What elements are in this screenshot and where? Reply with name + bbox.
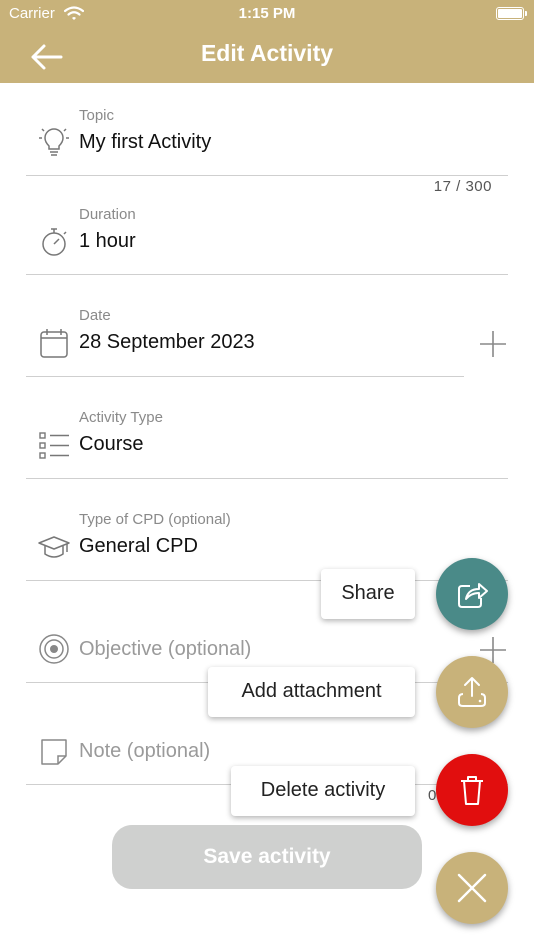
add-attachment-button[interactable]: [436, 656, 508, 728]
objective-placeholder[interactable]: Objective (optional): [79, 638, 251, 661]
add-date-button[interactable]: [479, 330, 507, 358]
duration-value[interactable]: 1 hour: [79, 230, 136, 253]
upload-icon: [458, 677, 486, 707]
topic-value[interactable]: My first Activity: [79, 131, 211, 154]
note-placeholder[interactable]: Note (optional): [79, 740, 210, 763]
status-bar: Carrier 1:15 PM: [0, 5, 534, 25]
activity-type-field[interactable]: Activity Type Course: [26, 402, 508, 479]
cpd-type-field[interactable]: Type of CPD (optional) General CPD: [26, 504, 508, 581]
app-header: Carrier 1:15 PM Edit Activity: [0, 0, 534, 83]
save-activity-button[interactable]: Save activity: [112, 825, 422, 889]
page-title: Edit Activity: [200, 40, 334, 66]
date-label: Date: [79, 307, 111, 324]
date-field[interactable]: Date 28 September 2023: [26, 300, 464, 377]
cpd-type-value[interactable]: General CPD: [79, 535, 198, 558]
cpd-type-label: Type of CPD (optional): [79, 511, 231, 528]
target-icon: [39, 634, 69, 664]
topic-field[interactable]: Topic My first Activity: [26, 100, 508, 176]
trash-icon: [461, 776, 483, 805]
lightbulb-icon: [39, 128, 69, 156]
activity-type-label: Activity Type: [79, 409, 163, 426]
topic-label: Topic: [79, 107, 115, 124]
share-icon: [458, 583, 488, 608]
close-icon: [457, 873, 487, 903]
duration-label: Duration: [79, 206, 136, 223]
add-attachment-tooltip[interactable]: Add attachment: [208, 667, 415, 717]
duration-field[interactable]: Duration 1 hour: [26, 198, 508, 275]
status-time: 1:15 PM: [238, 5, 296, 22]
battery-icon: [496, 7, 527, 20]
topic-counter: 17 / 300: [433, 178, 492, 195]
list-icon: [39, 432, 69, 459]
delete-activity-tooltip[interactable]: Delete activity: [231, 766, 415, 816]
calendar-icon: [40, 329, 68, 358]
activity-type-value[interactable]: Course: [79, 433, 143, 456]
graduation-cap-icon: [38, 536, 70, 558]
share-button[interactable]: [436, 558, 508, 630]
close-speed-dial-button[interactable]: [436, 852, 508, 924]
date-value[interactable]: 28 September 2023: [79, 331, 255, 354]
delete-activity-button[interactable]: [436, 754, 508, 826]
stopwatch-icon: [42, 228, 67, 256]
note-icon: [41, 739, 67, 765]
share-tooltip[interactable]: Share: [321, 569, 415, 619]
